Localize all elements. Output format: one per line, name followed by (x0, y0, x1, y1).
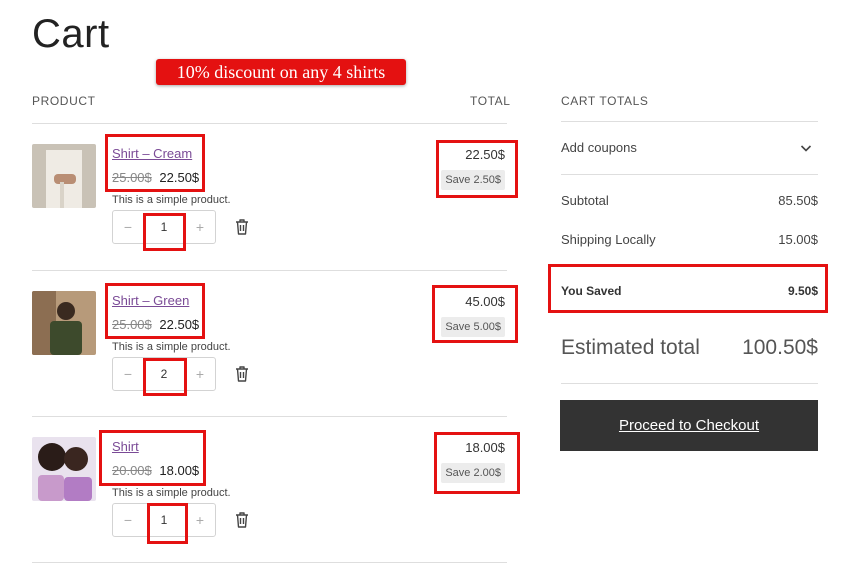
divider (561, 383, 818, 384)
you-saved-label: You Saved (561, 284, 622, 298)
product-description: This is a simple product. (112, 341, 231, 353)
highlight-box (99, 430, 206, 486)
divider (32, 562, 507, 563)
you-saved-row: You Saved 9.50$ (561, 284, 818, 298)
highlight-box (432, 285, 518, 343)
column-header-total: TOTAL (470, 94, 511, 108)
product-description: This is a simple product. (112, 194, 231, 206)
you-saved-value: 9.50$ (787, 284, 818, 298)
quantity-increase-button[interactable]: + (185, 504, 215, 536)
quantity-increase-button[interactable]: + (185, 358, 215, 390)
add-coupons-label: Add coupons (561, 140, 637, 155)
quantity-decrease-button[interactable]: − (113, 504, 143, 536)
estimated-total-label: Estimated total (561, 336, 700, 359)
trash-icon[interactable] (234, 511, 250, 529)
estimated-total-value: 100.50$ (742, 336, 818, 359)
divider (561, 121, 818, 122)
chevron-down-icon[interactable] (800, 143, 812, 153)
shipping-row: Shipping Locally 15.00$ (561, 232, 818, 247)
shipping-label: Shipping Locally (561, 232, 656, 247)
column-header-product: PRODUCT (32, 94, 96, 108)
product-description: This is a simple product. (112, 487, 231, 499)
highlight-box (105, 134, 205, 192)
highlight-box (105, 283, 205, 339)
divider (561, 174, 818, 175)
cart-totals-heading: CART TOTALS (561, 94, 649, 108)
quantity-increase-button[interactable]: + (185, 211, 215, 243)
product-thumbnail-shirt[interactable] (32, 437, 96, 501)
highlight-box (434, 432, 520, 494)
product-thumbnail-green[interactable] (32, 291, 96, 355)
trash-icon[interactable] (234, 365, 250, 383)
shipping-value: 15.00$ (778, 232, 818, 247)
trash-icon[interactable] (234, 218, 250, 236)
highlight-box (147, 503, 188, 544)
proceed-to-checkout-button[interactable]: Proceed to Checkout (560, 400, 818, 451)
subtotal-row: Subtotal 85.50$ (561, 193, 818, 208)
quantity-decrease-button[interactable]: − (113, 211, 143, 243)
page-title: Cart (32, 12, 110, 56)
add-coupons-toggle[interactable]: Add coupons (561, 140, 818, 155)
highlight-box (436, 140, 518, 198)
subtotal-value: 85.50$ (778, 193, 818, 208)
estimated-total-row: Estimated total 100.50$ (561, 336, 818, 360)
product-thumbnail-cream[interactable] (32, 144, 96, 208)
promo-banner: 10% discount on any 4 shirts (156, 59, 406, 85)
highlight-box (143, 358, 187, 396)
quantity-decrease-button[interactable]: − (113, 358, 143, 390)
subtotal-label: Subtotal (561, 193, 609, 208)
highlight-box (143, 213, 186, 251)
